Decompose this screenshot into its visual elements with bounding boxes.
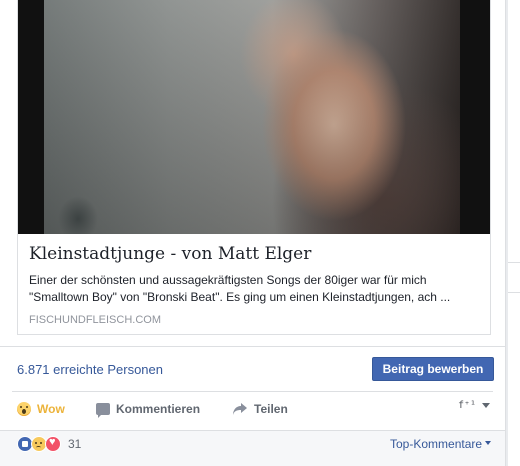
link-preview-card[interactable]: Kleinstadtjunge - von Matt Elger Einer d… — [17, 0, 491, 335]
share-label: Teilen — [254, 402, 288, 416]
thumbnail-image — [44, 0, 460, 234]
comment-button[interactable]: Kommentieren — [96, 396, 200, 422]
wow-reaction-button[interactable]: Wow — [17, 396, 65, 422]
wow-icon — [17, 402, 31, 416]
chevron-down-icon — [485, 440, 492, 445]
link-description: Einer der schönsten und aussagekräftigst… — [29, 272, 479, 306]
action-bar: Wow Kommentieren Teilen — [0, 396, 505, 422]
reaction-icons[interactable] — [17, 436, 65, 452]
link-description-line: Einer der schönsten und aussagekräftigst… — [29, 273, 427, 287]
reach-link[interactable]: 6.871 erreichte Personen — [17, 362, 163, 377]
reaction-count[interactable]: 31 — [68, 437, 81, 451]
chevron-down-icon — [482, 403, 491, 408]
boost-post-button[interactable]: Beitrag bewerben — [372, 357, 494, 381]
right-column-edge — [508, 0, 520, 466]
comment-label: Kommentieren — [116, 402, 201, 416]
link-title[interactable]: Kleinstadtjunge - von Matt Elger — [29, 244, 311, 264]
share-icon — [233, 403, 247, 415]
wow-label: Wow — [37, 402, 65, 416]
comment-sort-dropdown[interactable]: Top-Kommentare — [390, 437, 492, 451]
link-description-line: "Smalltown Boy" von "Bronski Beat". Es g… — [29, 290, 451, 304]
divider — [0, 346, 505, 347]
link-domain: FISCHUNDFLEISCH.COM — [29, 314, 162, 326]
comment-icon — [96, 403, 110, 418]
thumbnail-detail — [58, 196, 98, 234]
share-button[interactable]: Teilen — [232, 396, 288, 422]
comment-sort-label: Top-Kommentare — [390, 437, 483, 451]
divider — [508, 262, 520, 263]
divider — [508, 292, 520, 293]
love-icon — [45, 436, 61, 452]
video-thumbnail[interactable] — [18, 0, 490, 234]
pages-icon: f⁺¹ — [458, 400, 477, 411]
divider — [12, 391, 493, 392]
post-card: Kleinstadtjunge - von Matt Elger Einer d… — [0, 0, 506, 466]
audience-selector[interactable]: f⁺¹ — [458, 400, 491, 411]
